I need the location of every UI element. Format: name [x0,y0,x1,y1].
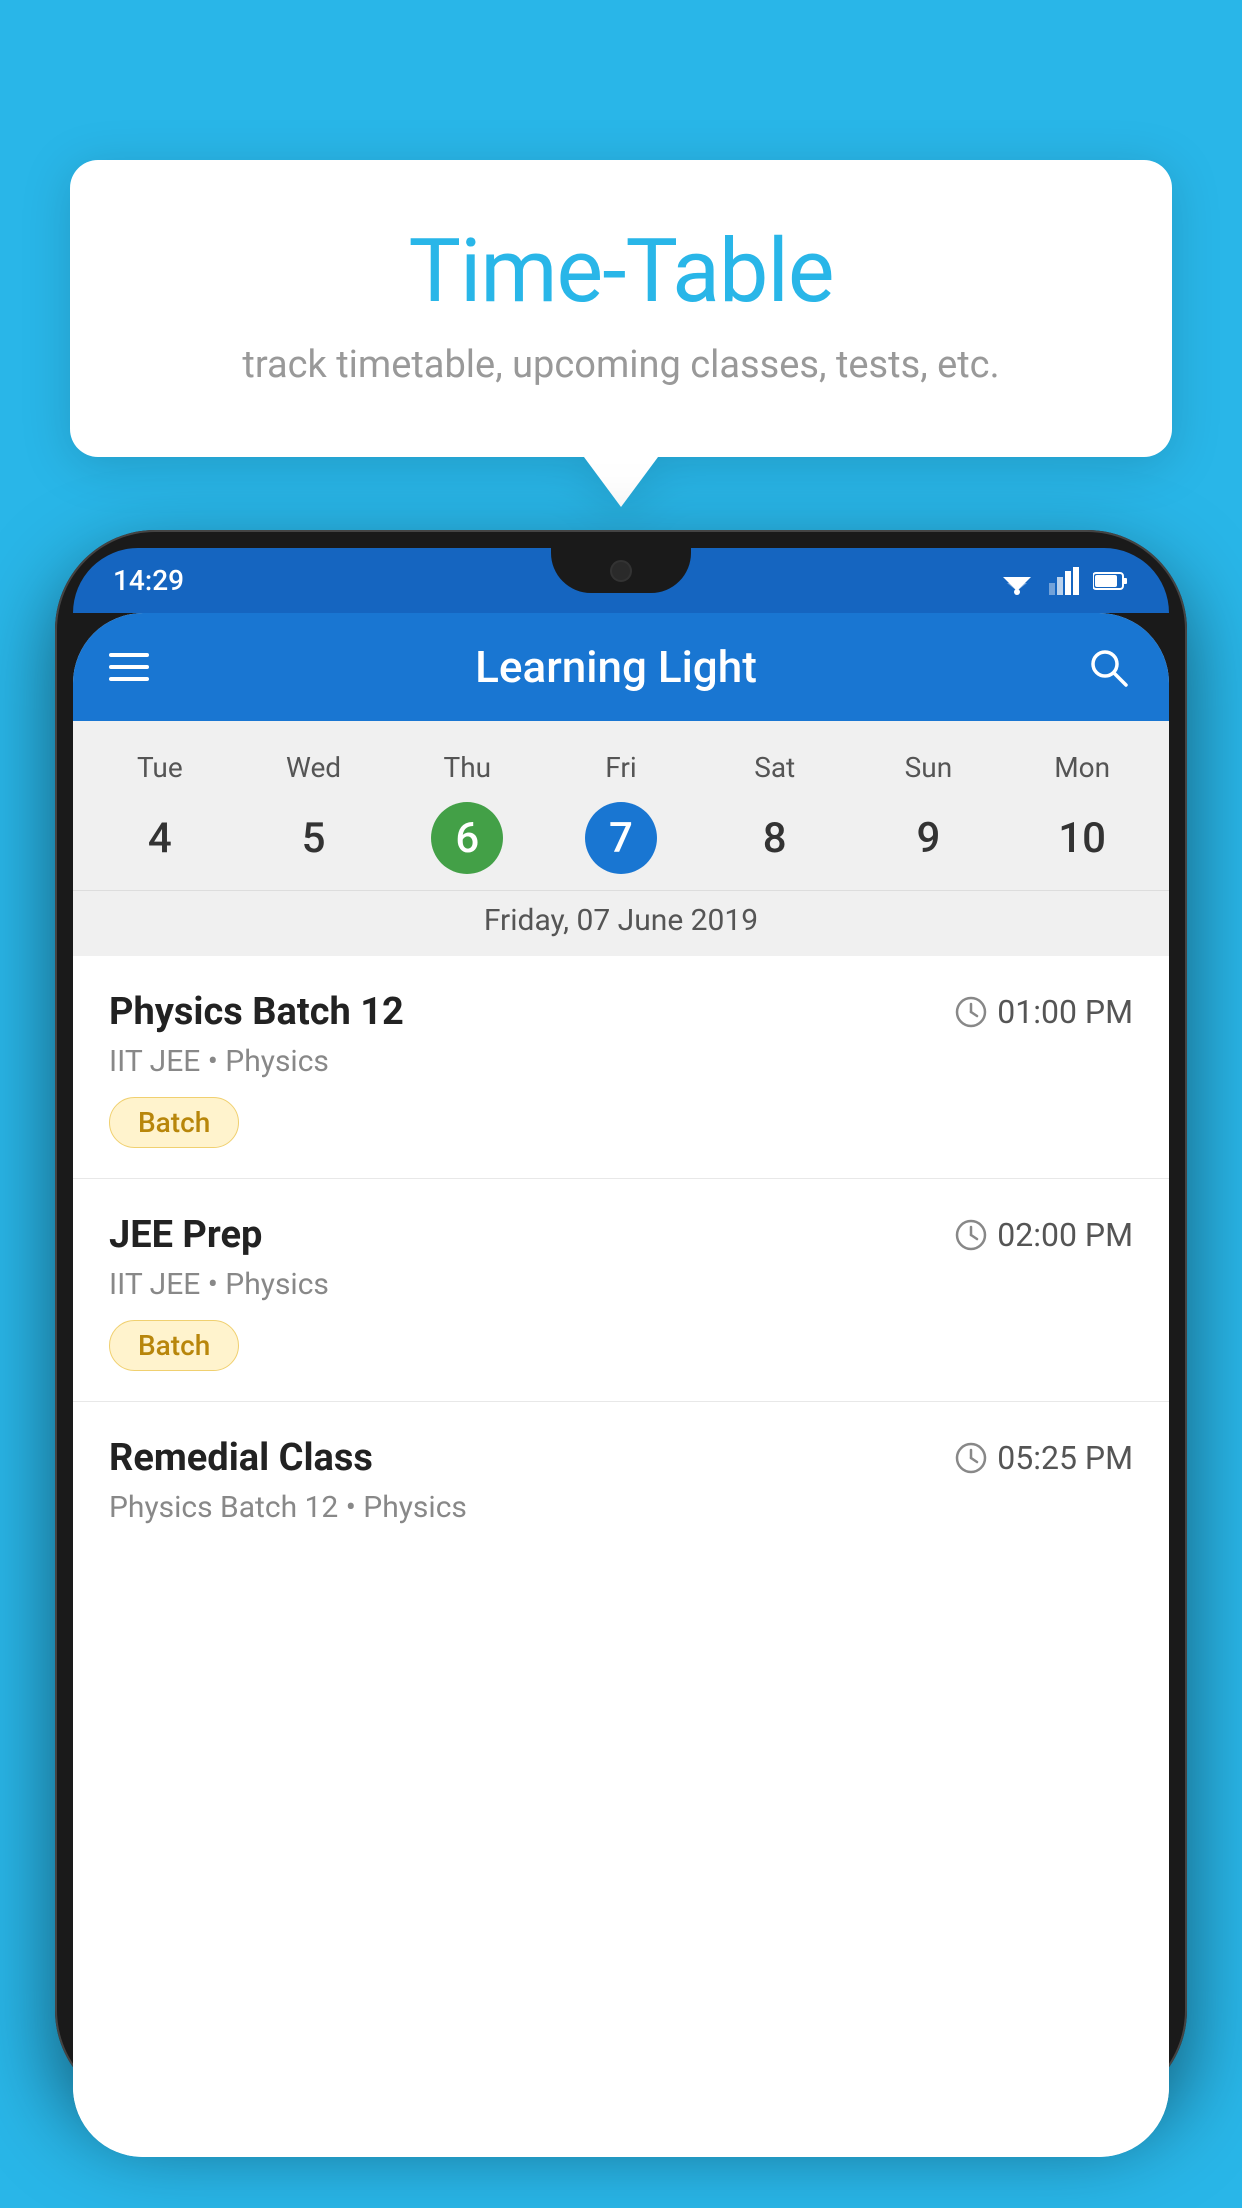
day-tue[interactable]: Tue [83,741,237,794]
schedule-item-1-meta: IIT JEE • Physics [109,1044,1133,1079]
date-4[interactable]: 4 [83,802,237,874]
wifi-icon [999,567,1035,595]
schedule-item-3-header: Remedial Class 05:25 PM [109,1436,1133,1480]
phone-screen: Learning Light Tue Wed Thu Fri Sat Sun [73,613,1169,2157]
battery-icon [1093,571,1129,591]
schedule-item-2-title: JEE Prep [109,1213,262,1257]
schedule-item-3-title: Remedial Class [109,1436,373,1480]
day-sat[interactable]: Sat [698,741,852,794]
day-fri[interactable]: Fri [544,741,698,794]
camera [610,560,632,582]
day-mon[interactable]: Mon [1005,741,1159,794]
phone-wrapper: 14:29 [55,530,1187,2208]
date-5[interactable]: 5 [237,802,391,874]
menu-button[interactable] [109,653,149,681]
tooltip-subtitle: track timetable, upcoming classes, tests… [130,343,1112,387]
date-9[interactable]: 9 [852,802,1006,874]
schedule-item-1[interactable]: Physics Batch 12 01:00 PM IIT JEE • Phys… [73,956,1169,1179]
schedule-item-1-header: Physics Batch 12 01:00 PM [109,990,1133,1034]
tooltip-card: Time-Table track timetable, upcoming cla… [70,160,1172,457]
day-thu[interactable]: Thu [390,741,544,794]
signal-icon [1049,567,1079,595]
schedule-item-1-title: Physics Batch 12 [109,990,404,1034]
search-button[interactable] [1083,642,1133,692]
clock-icon-2 [955,1219,987,1251]
phone-outer: 14:29 [55,530,1187,2110]
calendar-date-label: Friday, 07 June 2019 [73,890,1169,956]
schedule-item-3-meta: Physics Batch 12 • Physics [109,1490,1133,1525]
date-8[interactable]: 8 [698,802,852,874]
schedule-item-2-badge: Batch [109,1320,239,1371]
app-title: Learning Light [475,641,757,693]
app-bar: Learning Light [73,613,1169,721]
schedule-item-1-time: 01:00 PM [955,993,1133,1031]
schedule-item-3-time: 05:25 PM [955,1439,1133,1477]
tooltip-title: Time-Table [130,220,1112,323]
status-bar: 14:29 [73,548,1169,613]
date-7-selected[interactable]: 7 [585,802,657,874]
day-wed[interactable]: Wed [237,741,391,794]
date-6-today[interactable]: 6 [431,802,503,874]
status-icons [999,567,1129,595]
schedule-item-3[interactable]: Remedial Class 05:25 PM Physics Batch 12… [73,1402,1169,1563]
status-time: 14:29 [113,564,184,597]
days-numbers: 4 5 6 7 8 9 10 [73,794,1169,890]
day-sun[interactable]: Sun [852,741,1006,794]
clock-icon-3 [955,1442,987,1474]
search-icon [1086,645,1130,689]
days-header: Tue Wed Thu Fri Sat Sun Mon [73,741,1169,794]
date-10[interactable]: 10 [1005,802,1159,874]
clock-icon-1 [955,996,987,1028]
schedule-list: Physics Batch 12 01:00 PM IIT JEE • Phys… [73,956,1169,2157]
schedule-item-1-badge: Batch [109,1097,239,1148]
schedule-item-2-time: 02:00 PM [955,1216,1133,1254]
schedule-item-2-meta: IIT JEE • Physics [109,1267,1133,1302]
schedule-item-2[interactable]: JEE Prep 02:00 PM IIT JEE • Physics Batc… [73,1179,1169,1402]
calendar-strip: Tue Wed Thu Fri Sat Sun Mon 4 5 6 7 8 9 … [73,721,1169,956]
notch [551,548,691,593]
schedule-item-2-header: JEE Prep 02:00 PM [109,1213,1133,1257]
